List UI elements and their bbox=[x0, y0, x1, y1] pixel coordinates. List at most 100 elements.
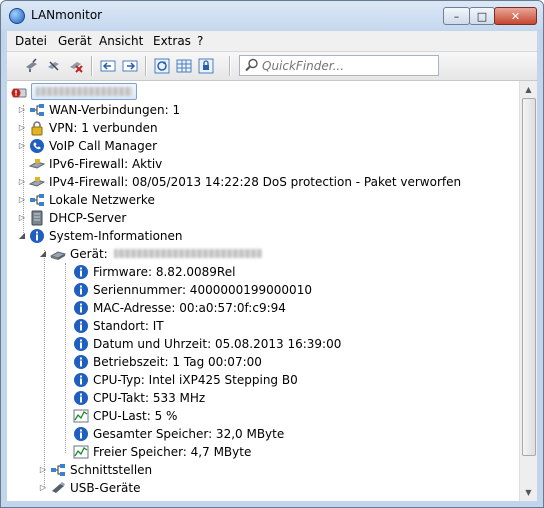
search-icon bbox=[245, 58, 258, 72]
tree-label: Seriennummer: 4000000199000010 bbox=[93, 282, 312, 297]
info-cpu-type[interactable]: CPU-Typ: Intel iXP425 Stepping B0 bbox=[73, 371, 298, 388]
info-icon bbox=[73, 318, 89, 334]
tree-item-usb[interactable]: ▷ USB-Geräte bbox=[38, 479, 141, 496]
collapse-icon[interactable] bbox=[99, 57, 117, 75]
tree-root[interactable] bbox=[11, 83, 137, 100]
info-mac[interactable]: MAC-Adresse: 00:a0:57:0f:c9:94 bbox=[73, 299, 286, 316]
edit-device-icon[interactable] bbox=[45, 57, 63, 75]
tree-label: Datum und Uhrzeit: 05.08.2013 16:39:00 bbox=[93, 336, 342, 351]
menu-geraet[interactable]: Gerät bbox=[58, 34, 92, 48]
tree-item-local-networks[interactable]: ▷ Lokale Netzwerke bbox=[17, 191, 155, 208]
tree-label: CPU-Takt: 533 MHz bbox=[93, 390, 206, 405]
tree-item-system-info[interactable]: ◢ System-Informationen bbox=[17, 227, 183, 244]
tree-label: Gesamter Speicher: 32,0 MByte bbox=[93, 426, 285, 441]
info-icon bbox=[73, 300, 89, 316]
root-device-name bbox=[36, 87, 132, 96]
expand-arrow-icon[interactable]: ▷ bbox=[38, 479, 48, 496]
info-datetime[interactable]: Datum und Uhrzeit: 05.08.2013 16:39:00 bbox=[73, 335, 341, 352]
refresh-icon[interactable] bbox=[153, 57, 171, 75]
firewall-icon bbox=[29, 156, 45, 172]
scroll-down-icon[interactable]: ▼ bbox=[520, 484, 537, 501]
info-cpu-clock[interactable]: CPU-Takt: 533 MHz bbox=[73, 389, 205, 406]
device-name-redacted bbox=[113, 249, 262, 258]
tree-label: CPU-Typ: Intel iXP425 Stepping B0 bbox=[93, 372, 298, 387]
tree-item-device[interactable]: ◢ Gerät: bbox=[38, 245, 262, 262]
expand-icon[interactable] bbox=[121, 57, 139, 75]
info-icon bbox=[29, 228, 45, 244]
lanmonitor-window: LANmonitor – □ ✕ Datei Gerät Ansicht Ext… bbox=[0, 0, 544, 508]
tree-item-voip[interactable]: ▷ VoIP Call Manager bbox=[17, 137, 157, 154]
info-icon bbox=[73, 336, 89, 352]
tree-item-vpn[interactable]: ▷ VPN: 1 verbunden bbox=[17, 119, 158, 136]
expand-arrow-icon[interactable]: ▷ bbox=[17, 119, 27, 136]
collapse-arrow-icon[interactable]: ◢ bbox=[17, 227, 27, 244]
info-uptime[interactable]: Betriebszeit: 1 Tag 00:07:00 bbox=[73, 353, 262, 370]
root-selection bbox=[31, 83, 137, 100]
tree-label: Lokale Netzwerke bbox=[49, 192, 155, 207]
maximize-button[interactable]: □ bbox=[469, 7, 495, 25]
firewall-icon bbox=[29, 174, 45, 190]
tree-item-ipv4-firewall[interactable]: ▷ IPv4-Firewall: 08/05/2013 14:22:28 DoS… bbox=[17, 173, 461, 190]
router-icon bbox=[50, 246, 66, 262]
tree-item-wan[interactable]: ▷ WAN-Verbindungen: 1 bbox=[17, 101, 180, 118]
menu-datei[interactable]: Datei bbox=[15, 34, 47, 48]
info-icon bbox=[73, 372, 89, 388]
tree-label: IPv4-Firewall: 08/05/2013 14:22:28 DoS p… bbox=[49, 174, 462, 189]
title-bar[interactable]: LANmonitor – □ ✕ bbox=[1, 1, 543, 31]
tree-label: VPN: 1 verbunden bbox=[49, 120, 158, 135]
close-button[interactable]: ✕ bbox=[494, 7, 537, 25]
info-free-memory[interactable]: Freier Speicher: 4,7 MByte bbox=[73, 443, 251, 460]
scroll-thumb[interactable] bbox=[522, 98, 536, 456]
expand-arrow-icon[interactable]: ▷ bbox=[17, 101, 27, 118]
window-title: LANmonitor bbox=[31, 8, 103, 22]
collapse-arrow-icon[interactable]: ◢ bbox=[38, 245, 48, 262]
info-icon bbox=[73, 354, 89, 370]
expand-arrow-icon[interactable]: ▷ bbox=[17, 209, 27, 226]
info-icon bbox=[73, 282, 89, 298]
remove-device-icon[interactable] bbox=[67, 57, 85, 75]
quickfinder-box bbox=[239, 55, 439, 76]
expand-arrow-icon[interactable]: ▷ bbox=[17, 137, 27, 154]
network-icon bbox=[50, 462, 66, 478]
info-icon bbox=[73, 426, 89, 442]
device-label: Gerät: bbox=[70, 246, 108, 261]
phone-icon bbox=[29, 138, 45, 154]
tree-label: Freier Speicher: 4,7 MByte bbox=[93, 444, 252, 459]
menu-ansicht[interactable]: Ansicht bbox=[99, 34, 143, 48]
tree-item-interfaces[interactable]: ▷ Schnittstellen bbox=[38, 461, 152, 478]
info-total-memory[interactable]: Gesamter Speicher: 32,0 MByte bbox=[73, 425, 284, 442]
tree-label: WAN-Verbindungen: 1 bbox=[49, 102, 181, 117]
quickfinder-input[interactable] bbox=[262, 58, 432, 73]
menu-help[interactable]: ? bbox=[197, 34, 203, 48]
lock-toolbar-icon[interactable] bbox=[197, 57, 215, 75]
tree-label: Schnittstellen bbox=[70, 462, 153, 477]
info-icon bbox=[73, 264, 89, 280]
tree-label: USB-Geräte bbox=[70, 480, 141, 495]
network-icon bbox=[29, 102, 45, 118]
tree-label: VoIP Call Manager bbox=[49, 138, 158, 153]
expand-arrow-icon[interactable]: ▷ bbox=[17, 191, 27, 208]
device-alert-icon bbox=[11, 84, 27, 100]
vertical-scrollbar[interactable]: ▲ ▼ bbox=[519, 81, 537, 501]
info-icon bbox=[73, 390, 89, 406]
tree-label: DHCP-Server bbox=[49, 210, 127, 225]
info-cpu-load[interactable]: CPU-Last: 5 % bbox=[73, 407, 177, 424]
info-serial[interactable]: Seriennummer: 4000000199000010 bbox=[73, 281, 312, 298]
menu-extras[interactable]: Extras bbox=[153, 34, 191, 48]
menu-bar: Datei Gerät Ansicht Extras ? bbox=[7, 31, 537, 52]
tree-item-ipv6-firewall[interactable]: IPv6-Firewall: Aktiv bbox=[17, 155, 162, 172]
tree-label: Betriebszeit: 1 Tag 00:07:00 bbox=[93, 354, 262, 369]
chart-icon bbox=[73, 408, 89, 424]
tree-item-dhcp[interactable]: ▷ DHCP-Server bbox=[17, 209, 126, 226]
usb-icon bbox=[50, 480, 66, 496]
tree-label: MAC-Adresse: 00:a0:57:0f:c9:94 bbox=[93, 300, 286, 315]
expand-arrow-icon[interactable]: ▷ bbox=[17, 173, 27, 190]
add-device-icon[interactable] bbox=[23, 57, 41, 75]
expand-arrow-icon[interactable]: ▷ bbox=[38, 461, 48, 478]
info-firmware[interactable]: Firmware: 8.82.0089Rel bbox=[73, 263, 235, 280]
grid-view-icon[interactable] bbox=[175, 57, 193, 75]
tree-label: System-Informationen bbox=[49, 228, 183, 243]
info-location[interactable]: Standort: IT bbox=[73, 317, 164, 334]
scroll-up-icon[interactable]: ▲ bbox=[520, 81, 537, 98]
minimize-button[interactable]: – bbox=[443, 7, 470, 25]
